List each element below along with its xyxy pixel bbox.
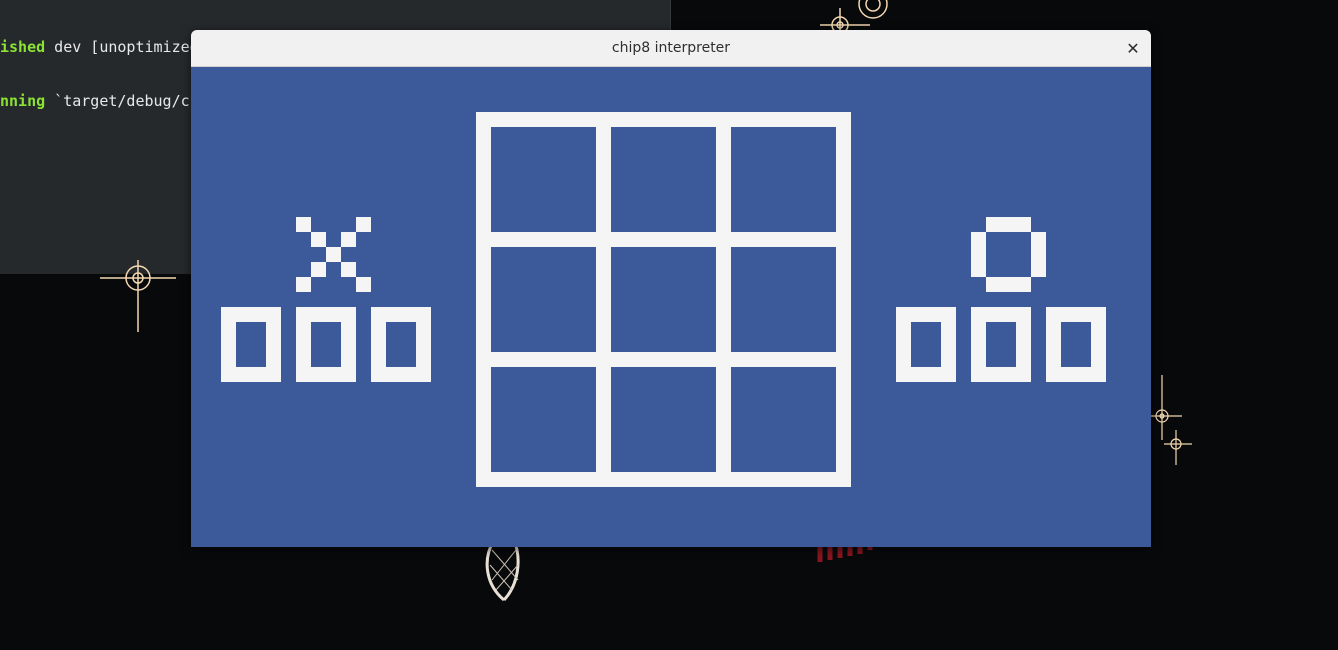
game-screen[interactable]: X 000 O 000	[191, 67, 1151, 547]
board-cell[interactable]	[611, 367, 716, 472]
chip8-window[interactable]: chip8 interpreter ✕	[191, 30, 1151, 547]
board-cell[interactable]	[491, 127, 596, 232]
player-o-score	[896, 307, 1106, 382]
close-button[interactable]: ✕	[1123, 38, 1143, 58]
window-title: chip8 interpreter	[611, 40, 731, 56]
wallpaper-art-icon	[485, 540, 520, 602]
terminal-status: nning	[0, 92, 46, 110]
board-cell[interactable]	[731, 247, 836, 352]
player-x-symbol	[296, 217, 371, 292]
wallpaper-sparkle-icon	[1150, 375, 1192, 465]
board-cell[interactable]	[731, 127, 836, 232]
board-cell[interactable]	[491, 367, 596, 472]
player-o-symbol	[971, 217, 1046, 292]
board-cell[interactable]	[491, 247, 596, 352]
wallpaper-sparkle-icon	[100, 260, 176, 332]
player-x-score	[221, 307, 431, 382]
terminal-status: ished	[0, 38, 46, 56]
board-cell[interactable]	[731, 367, 836, 472]
board-cell[interactable]	[611, 247, 716, 352]
title-bar[interactable]: chip8 interpreter ✕	[191, 30, 1151, 67]
board-cell[interactable]	[611, 127, 716, 232]
tictactoe-board[interactable]	[476, 112, 851, 487]
close-icon: ✕	[1126, 38, 1140, 58]
